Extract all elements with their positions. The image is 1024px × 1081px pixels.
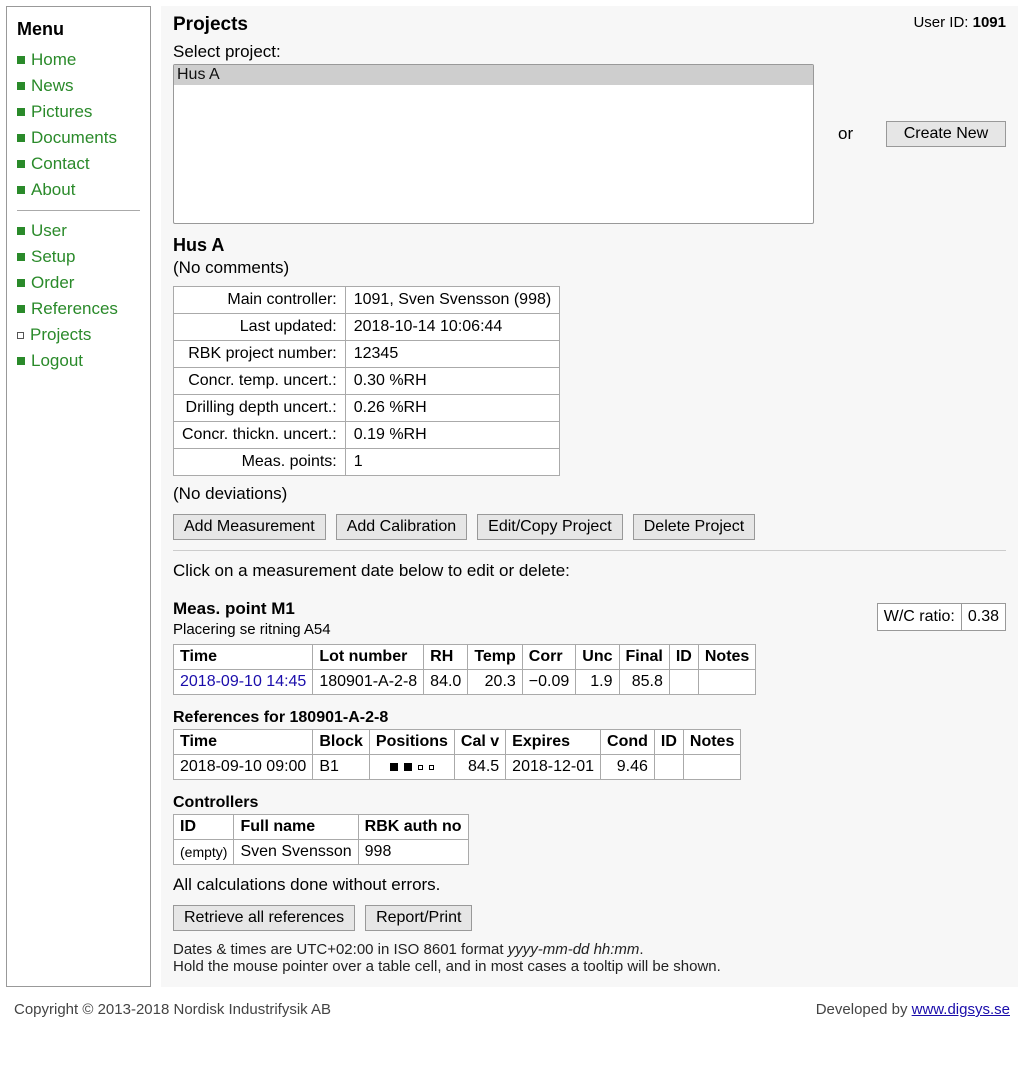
retrieve-references-button[interactable]: Retrieve all references — [173, 905, 355, 931]
developer-link[interactable]: www.digsys.se — [912, 1001, 1010, 1018]
project-deviations: (No deviations) — [173, 484, 1006, 504]
table-row: Concr. thickn. uncert.:0.19 %RH — [174, 422, 560, 449]
table-row: RBK project number:12345 — [174, 341, 560, 368]
report-print-button[interactable]: Report/Print — [365, 905, 472, 931]
table-row: Last updated:2018-10-14 10:06:44 — [174, 314, 560, 341]
divider — [173, 550, 1006, 551]
project-option[interactable]: Hus A — [174, 65, 813, 85]
project-select[interactable]: Hus A — [173, 64, 814, 224]
menu-item-pictures[interactable]: Pictures — [17, 102, 140, 122]
square-icon — [17, 56, 25, 64]
project-name: Hus A — [173, 235, 1006, 256]
square-icon — [17, 279, 25, 287]
menu-item-references[interactable]: References — [17, 299, 140, 319]
select-project-label: Select project: — [173, 42, 814, 62]
wc-ratio-value: 0.38 — [962, 604, 1005, 630]
square-icon — [17, 357, 25, 365]
references-table: Time Block Positions Cal v Expires Cond … — [173, 729, 741, 780]
position-filled-icon — [404, 763, 412, 771]
square-icon — [17, 82, 25, 90]
menu-item-logout[interactable]: Logout — [17, 351, 140, 371]
table-row: Concr. temp. uncert.:0.30 %RH — [174, 368, 560, 395]
square-icon — [17, 227, 25, 235]
menu-item-order[interactable]: Order — [17, 273, 140, 293]
user-id: User ID: 1091 — [913, 14, 1006, 31]
project-comments: (No comments) — [173, 258, 1006, 278]
meas-time-link[interactable]: 2018-09-10 14:45 — [180, 673, 306, 690]
main-panel: Projects User ID: 1091 Select project: H… — [161, 6, 1018, 987]
positions-cell — [369, 755, 454, 780]
sidebar: Menu Home News Pictures Documents Contac… — [6, 6, 151, 987]
table-row: Main controller:1091, Sven Svensson (998… — [174, 287, 560, 314]
edit-copy-project-button[interactable]: Edit/Copy Project — [477, 514, 623, 540]
page-footer: Copyright © 2013-2018 Nordisk Industrify… — [0, 993, 1024, 1026]
square-icon — [17, 108, 25, 116]
instruction-text: Click on a measurement date below to edi… — [173, 561, 1006, 581]
add-measurement-button[interactable]: Add Measurement — [173, 514, 326, 540]
table-row: 2018-09-10 09:00 B1 84.5 2018-12-01 9.46 — [174, 755, 741, 780]
menu-item-news[interactable]: News — [17, 76, 140, 96]
menu-item-contact[interactable]: Contact — [17, 154, 140, 174]
project-details-table: Main controller:1091, Sven Svensson (998… — [173, 286, 560, 476]
menu-title: Menu — [17, 19, 140, 40]
meas-point-title: Meas. point M1 — [173, 599, 331, 619]
controllers-title: Controllers — [173, 794, 1006, 812]
menu-item-setup[interactable]: Setup — [17, 247, 140, 267]
menu-item-about[interactable]: About — [17, 180, 140, 200]
references-title: References for 180901-A-2-8 — [173, 709, 1006, 727]
position-filled-icon — [390, 763, 398, 771]
table-row: Drilling depth uncert.:0.26 %RH — [174, 395, 560, 422]
wc-ratio-label: W/C ratio: — [878, 604, 962, 630]
menu-separator — [17, 210, 140, 211]
status-text: All calculations done without errors. — [173, 875, 1006, 895]
square-icon — [17, 305, 25, 313]
or-label: or — [838, 124, 862, 144]
meas-point-subtitle: Placering se ritning A54 — [173, 621, 331, 638]
delete-project-button[interactable]: Delete Project — [633, 514, 756, 540]
menu-item-home[interactable]: Home — [17, 50, 140, 70]
square-icon — [17, 134, 25, 142]
square-icon — [17, 186, 25, 194]
page-title: Projects — [173, 14, 248, 36]
menu-item-documents[interactable]: Documents — [17, 128, 140, 148]
table-row: (empty) Sven Svensson 998 — [174, 840, 469, 865]
menu-item-user[interactable]: User — [17, 221, 140, 241]
table-row: 2018-09-10 14:45 180901-A-2-8 84.0 20.3 … — [174, 670, 756, 695]
copyright-text: Copyright © 2013-2018 Nordisk Industrify… — [14, 1001, 331, 1018]
controllers-table: ID Full name RBK auth no (empty) Sven Sv… — [173, 814, 469, 865]
square-icon — [17, 253, 25, 261]
position-open-icon — [418, 765, 423, 770]
meas-table: Time Lot number RH Temp Corr Unc Final I… — [173, 644, 756, 695]
table-row: Meas. points:1 — [174, 449, 560, 476]
footer-note: Dates & times are UTC+02:00 in ISO 8601 … — [173, 941, 1006, 975]
wc-ratio-box: W/C ratio: 0.38 — [877, 603, 1006, 631]
create-new-button[interactable]: Create New — [886, 121, 1006, 147]
square-icon — [17, 160, 25, 168]
add-calibration-button[interactable]: Add Calibration — [336, 514, 467, 540]
square-open-icon — [17, 332, 24, 339]
menu-item-projects[interactable]: Projects — [17, 325, 140, 345]
position-open-icon — [429, 765, 434, 770]
